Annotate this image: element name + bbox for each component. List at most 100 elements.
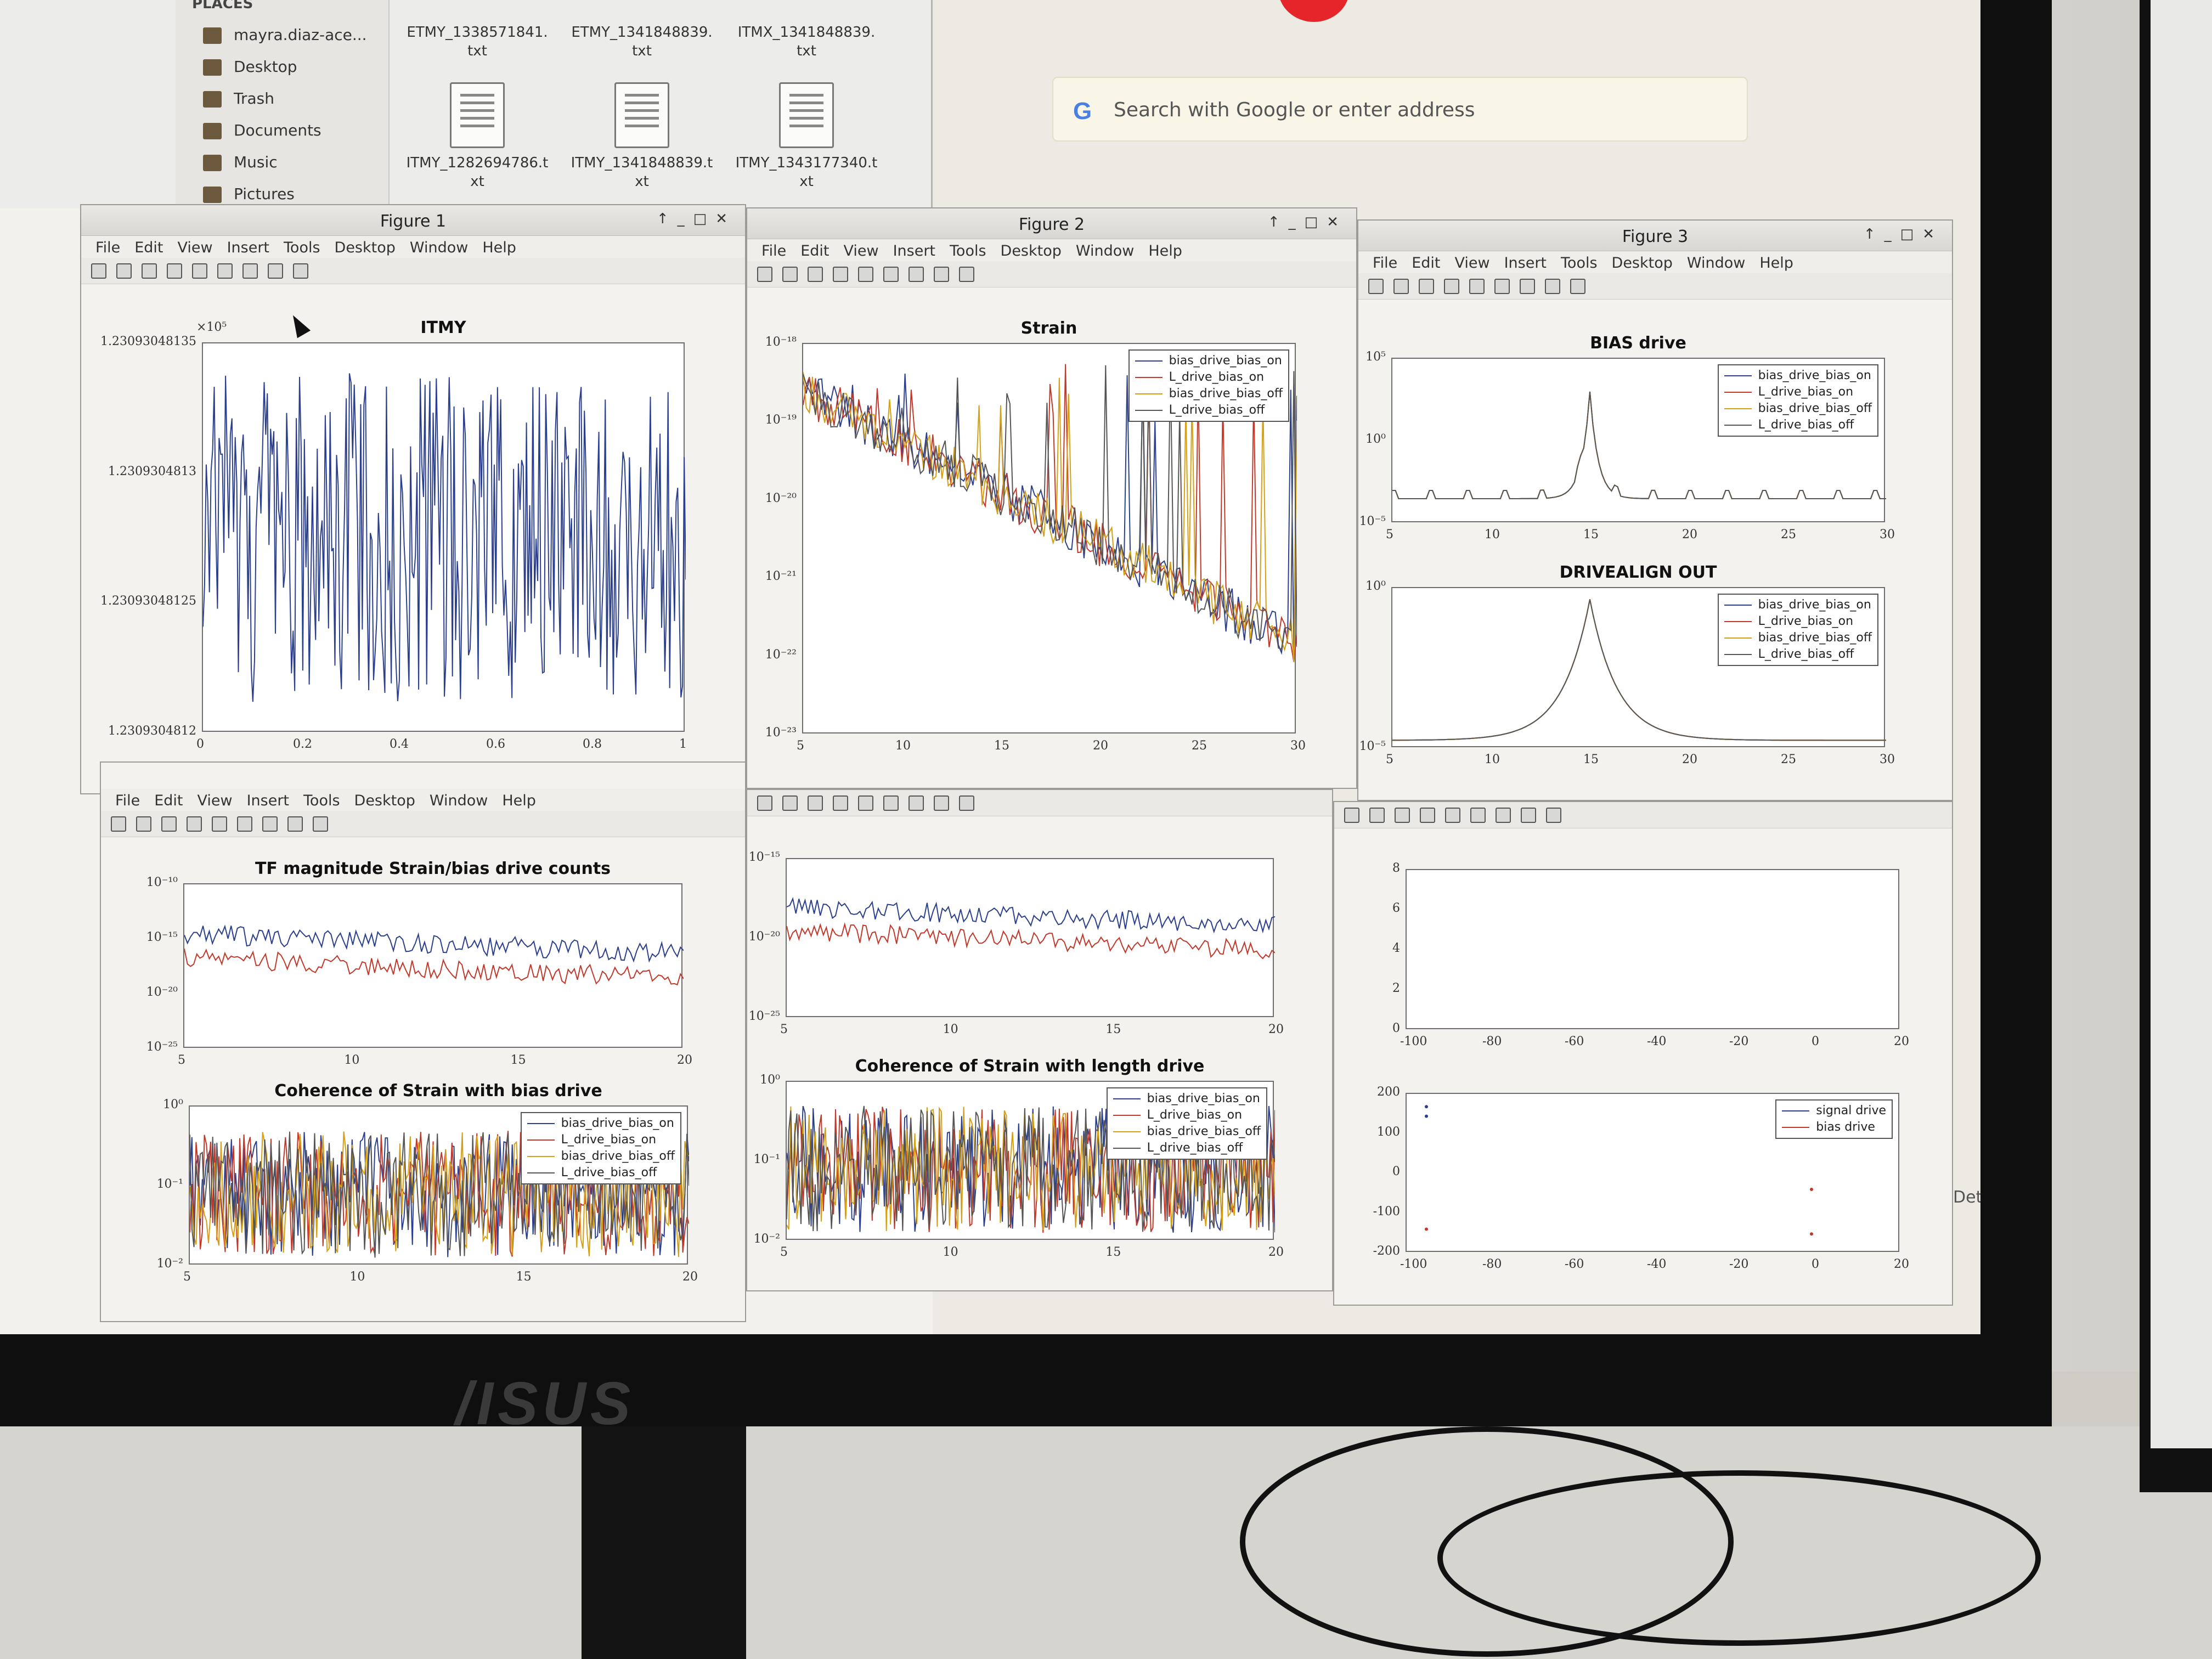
menu-item-window[interactable]: Window xyxy=(430,792,488,809)
pointer-icon[interactable] xyxy=(1545,279,1560,294)
search-bar[interactable]: G Search with Google or enter address xyxy=(1052,77,1748,142)
legend-icon[interactable] xyxy=(242,263,258,279)
colorbar-icon[interactable] xyxy=(217,263,233,279)
legend-icon[interactable] xyxy=(262,816,278,832)
colorbar-icon[interactable] xyxy=(883,267,899,282)
figure5-window[interactable]: 10⁻¹⁵ 10⁻²⁰ 10⁻²⁵ 5 10 15 20 bias_drive_bias_o… xyxy=(746,789,1333,1291)
property-editor-icon[interactable] xyxy=(313,816,328,832)
place-item[interactable]: Trash xyxy=(203,88,274,110)
colorbar-icon[interactable] xyxy=(883,795,899,811)
file-item[interactable]: ETMY_1338571841. txt xyxy=(406,23,549,60)
open-icon[interactable] xyxy=(782,267,798,282)
property-editor-icon[interactable] xyxy=(1570,279,1585,294)
menu-item-file[interactable]: File xyxy=(115,792,140,809)
menu-item-view[interactable]: View xyxy=(843,242,878,259)
menu-item-window[interactable]: Window xyxy=(1687,255,1745,272)
legend-icon[interactable] xyxy=(1496,808,1511,823)
menu-item-edit[interactable]: Edit xyxy=(134,239,163,256)
pointer-icon[interactable] xyxy=(287,816,303,832)
new-file-icon[interactable] xyxy=(757,795,772,811)
window-controls[interactable]: ↑_□✕ xyxy=(657,211,736,227)
legend-icon[interactable] xyxy=(1520,279,1535,294)
menu-item-view[interactable]: View xyxy=(177,239,212,256)
print-icon[interactable] xyxy=(833,795,848,811)
menu-item-edit[interactable]: Edit xyxy=(1412,255,1440,272)
print-icon[interactable] xyxy=(1444,279,1459,294)
place-item[interactable]: mayra.diaz-ace... xyxy=(203,24,367,46)
place-item[interactable]: Music xyxy=(203,151,278,173)
menu-item-edit[interactable]: Edit xyxy=(800,242,829,259)
save-icon[interactable] xyxy=(1419,279,1434,294)
title-bar[interactable]: Figure 3 ↑_□✕ xyxy=(1358,221,1952,251)
file-item[interactable]: ITMY_1343177340.t xt xyxy=(735,82,878,191)
place-item[interactable]: Documents xyxy=(203,120,321,142)
new-file-icon[interactable] xyxy=(1368,279,1384,294)
menu-item-insert[interactable]: Insert xyxy=(227,239,269,256)
menu-item-edit[interactable]: Edit xyxy=(154,792,183,809)
pointer-icon[interactable] xyxy=(268,263,283,279)
window-controls[interactable]: ↑_□✕ xyxy=(1268,214,1347,230)
print-preview-icon[interactable] xyxy=(212,816,227,832)
print-preview-icon[interactable] xyxy=(1469,279,1485,294)
figure6-window[interactable]: 8 6 4 2 0 -100 -80 -60 -40 -20 0 20 signal drive bia… xyxy=(1333,801,1953,1306)
menu-item-file[interactable]: File xyxy=(95,239,120,256)
file-item[interactable]: ETMY_1341848839. txt xyxy=(571,23,713,60)
menu-item-file[interactable]: File xyxy=(1373,255,1397,272)
open-icon[interactable] xyxy=(116,263,132,279)
menu-item-insert[interactable]: Insert xyxy=(247,792,289,809)
print-preview-icon[interactable] xyxy=(858,267,873,282)
colorbar-icon[interactable] xyxy=(1470,808,1486,823)
figure3-window[interactable]: Figure 3 ↑_□✕ File Edit View Insert Tools Des… xyxy=(1357,219,1953,801)
print-preview-icon[interactable] xyxy=(1445,808,1460,823)
open-icon[interactable] xyxy=(1369,808,1385,823)
menu-item-insert[interactable]: Insert xyxy=(893,242,935,259)
menu-item-tools[interactable]: Tools xyxy=(950,242,986,259)
menu-item-tools[interactable]: Tools xyxy=(1561,255,1598,272)
legend-icon[interactable] xyxy=(909,267,924,282)
pointer-icon[interactable] xyxy=(934,267,949,282)
open-icon[interactable] xyxy=(136,816,151,832)
title-bar[interactable]: Figure 2 ↑_□✕ xyxy=(747,208,1356,239)
save-icon[interactable] xyxy=(808,267,823,282)
print-preview-icon[interactable] xyxy=(858,795,873,811)
menu-item-view[interactable]: View xyxy=(1454,255,1489,272)
menu-item-help[interactable]: Help xyxy=(482,239,516,256)
menu-item-desktop[interactable]: Desktop xyxy=(354,792,415,809)
window-controls[interactable]: ↑_□✕ xyxy=(1864,226,1943,242)
colorbar-icon[interactable] xyxy=(1494,279,1510,294)
property-editor-icon[interactable] xyxy=(959,795,974,811)
menu-item-help[interactable]: Help xyxy=(1148,242,1182,259)
print-icon[interactable] xyxy=(1420,808,1435,823)
pointer-icon[interactable] xyxy=(1521,808,1536,823)
print-icon[interactable] xyxy=(187,816,202,832)
menu-item-insert[interactable]: Insert xyxy=(1504,255,1547,272)
print-preview-icon[interactable] xyxy=(192,263,207,279)
menu-item-desktop[interactable]: Desktop xyxy=(335,239,396,256)
legend-icon[interactable] xyxy=(909,795,924,811)
menu-item-tools[interactable]: Tools xyxy=(284,239,320,256)
open-icon[interactable] xyxy=(782,795,798,811)
figure1-window[interactable]: Figure 1 ↑_□✕ File Edit View Insert Tools Des… xyxy=(80,204,746,794)
new-file-icon[interactable] xyxy=(1344,808,1359,823)
print-icon[interactable] xyxy=(833,267,848,282)
colorbar-icon[interactable] xyxy=(237,816,252,832)
save-icon[interactable] xyxy=(808,795,823,811)
menu-item-tools[interactable]: Tools xyxy=(303,792,340,809)
save-icon[interactable] xyxy=(142,263,157,279)
file-item[interactable]: ITMX_1341848839. txt xyxy=(735,23,878,60)
menu-item-view[interactable]: View xyxy=(197,792,232,809)
menu-item-help[interactable]: Help xyxy=(502,792,536,809)
menu-item-desktop[interactable]: Desktop xyxy=(1001,242,1062,259)
open-icon[interactable] xyxy=(1393,279,1409,294)
property-editor-icon[interactable] xyxy=(1546,808,1561,823)
new-file-icon[interactable] xyxy=(91,263,106,279)
title-bar[interactable]: Figure 1 ↑_□✕ xyxy=(81,205,745,236)
new-file-icon[interactable] xyxy=(757,267,772,282)
menu-item-window[interactable]: Window xyxy=(1076,242,1134,259)
menu-item-desktop[interactable]: Desktop xyxy=(1612,255,1673,272)
figure4-window[interactable]: File Edit View Insert Tools Desktop Window Help… xyxy=(100,761,746,1322)
property-editor-icon[interactable] xyxy=(959,267,974,282)
save-icon[interactable] xyxy=(1395,808,1410,823)
menu-item-window[interactable]: Window xyxy=(410,239,468,256)
property-editor-icon[interactable] xyxy=(293,263,308,279)
